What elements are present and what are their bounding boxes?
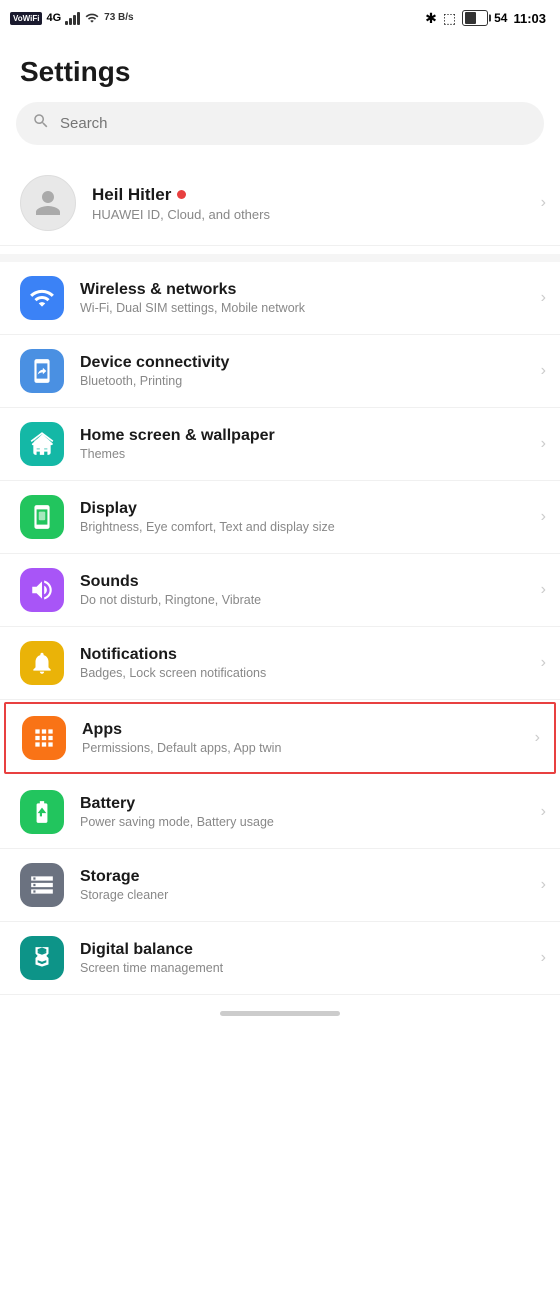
status-left: VoWiFi 4G 73 B/s [10,11,134,25]
digital-balance-icon-wrap [20,936,64,980]
settings-item-home-screen[interactable]: Home screen & wallpaper Themes › [0,408,560,481]
vowifi-badge: VoWiFi [10,12,42,25]
wireless-chevron: › [541,289,546,307]
notifications-icon [29,650,55,676]
speed-indicator: 73 B/s [104,12,133,24]
settings-item-digital-balance[interactable]: Digital balance Screen time management › [0,922,560,995]
display-text: Display Brightness, Eye comfort, Text an… [80,500,335,534]
device-text: Device connectivity Bluetooth, Printing [80,354,229,388]
status-right: ✱ ⬚ 54 11:03 [425,10,546,27]
status-bar: VoWiFi 4G 73 B/s ✱ ⬚ 54 11:03 [0,0,560,36]
apps-icon-wrap [22,716,66,760]
display-subtitle: Brightness, Eye comfort, Text and displa… [80,520,335,534]
wifi-icon [84,11,100,25]
apps-subtitle: Permissions, Default apps, App twin [82,741,281,755]
network-type: 4G [46,12,61,24]
home-text: Home screen & wallpaper Themes [80,427,275,461]
settings-item-device-connectivity[interactable]: Device connectivity Bluetooth, Printing … [0,335,560,408]
search-icon [32,112,50,135]
bottom-bar [0,995,560,1028]
time-display: 11:03 [513,11,546,26]
digital-balance-text: Digital balance Screen time management [80,941,223,975]
wireless-subtitle: Wi-Fi, Dual SIM settings, Mobile network [80,301,305,315]
battery-icon-wrap [20,790,64,834]
wireless-icon-wrap [20,276,64,320]
device-icon-wrap [20,349,64,393]
home-subtitle: Themes [80,447,275,461]
home-icon-wrap [20,422,64,466]
home-chevron: › [541,435,546,453]
profile-name: Heil Hitler [92,185,270,205]
wifi-settings-icon [29,285,55,311]
sounds-subtitle: Do not disturb, Ringtone, Vibrate [80,593,261,607]
search-bar[interactable] [16,102,544,145]
settings-item-battery[interactable]: Battery Power saving mode, Battery usage… [0,776,560,849]
settings-item-sounds[interactable]: Sounds Do not disturb, Ringtone, Vibrate… [0,554,560,627]
settings-item-storage[interactable]: Storage Storage cleaner › [0,849,560,922]
notifications-text: Notifications Badges, Lock screen notifi… [80,646,266,680]
page-title: Settings [0,36,560,102]
apps-title: Apps [82,721,281,739]
battery-icon [462,10,488,26]
battery-text: Battery Power saving mode, Battery usage [80,795,274,829]
battery-percent: 54 [494,11,507,25]
settings-item-display[interactable]: Display Brightness, Eye comfort, Text an… [0,481,560,554]
profile-section[interactable]: Heil Hitler HUAWEI ID, Cloud, and others… [0,161,560,246]
device-subtitle: Bluetooth, Printing [80,374,229,388]
digital-balance-title: Digital balance [80,941,223,959]
sounds-chevron: › [541,581,546,599]
profile-info: Heil Hitler HUAWEI ID, Cloud, and others [92,185,270,222]
vibrate-icon: ⬚ [443,10,456,27]
sounds-text: Sounds Do not disturb, Ringtone, Vibrate [80,573,261,607]
online-indicator [177,190,186,199]
wireless-text: Wireless & networks Wi-Fi, Dual SIM sett… [80,281,305,315]
section-divider [0,254,560,262]
home-screen-icon [29,431,55,457]
settings-list: Wireless & networks Wi-Fi, Dual SIM sett… [0,262,560,995]
sounds-icon-wrap [20,568,64,612]
display-chevron: › [541,508,546,526]
battery-title: Battery [80,795,274,813]
battery-chevron: › [541,803,546,821]
device-chevron: › [541,362,546,380]
notifications-chevron: › [541,654,546,672]
storage-subtitle: Storage cleaner [80,888,168,902]
storage-title: Storage [80,868,168,886]
apps-text: Apps Permissions, Default apps, App twin [82,721,281,755]
display-title: Display [80,500,335,518]
device-title: Device connectivity [80,354,229,372]
home-indicator[interactable] [220,1011,340,1016]
bluetooth-icon: ✱ [425,10,437,27]
settings-item-wireless[interactable]: Wireless & networks Wi-Fi, Dual SIM sett… [0,262,560,335]
device-connectivity-icon [29,358,55,384]
storage-chevron: › [541,876,546,894]
signal-bars [65,11,80,25]
home-title: Home screen & wallpaper [80,427,275,445]
settings-item-apps[interactable]: Apps Permissions, Default apps, App twin… [4,702,556,774]
profile-chevron: › [541,194,546,212]
search-input[interactable] [60,115,528,132]
apps-icon [31,725,57,751]
notifications-title: Notifications [80,646,266,664]
notifications-subtitle: Badges, Lock screen notifications [80,666,266,680]
apps-chevron: › [535,729,540,747]
storage-icon [29,872,55,898]
digital-balance-chevron: › [541,949,546,967]
sounds-icon [29,577,55,603]
sounds-title: Sounds [80,573,261,591]
display-icon [29,504,55,530]
storage-text: Storage Storage cleaner [80,868,168,902]
display-icon-wrap [20,495,64,539]
battery-settings-icon [29,799,55,825]
wireless-title: Wireless & networks [80,281,305,299]
battery-subtitle: Power saving mode, Battery usage [80,815,274,829]
profile-subtext: HUAWEI ID, Cloud, and others [92,207,270,222]
storage-icon-wrap [20,863,64,907]
notifications-icon-wrap [20,641,64,685]
settings-item-notifications[interactable]: Notifications Badges, Lock screen notifi… [0,627,560,700]
digital-balance-icon [29,945,55,971]
avatar [20,175,76,231]
digital-balance-subtitle: Screen time management [80,961,223,975]
